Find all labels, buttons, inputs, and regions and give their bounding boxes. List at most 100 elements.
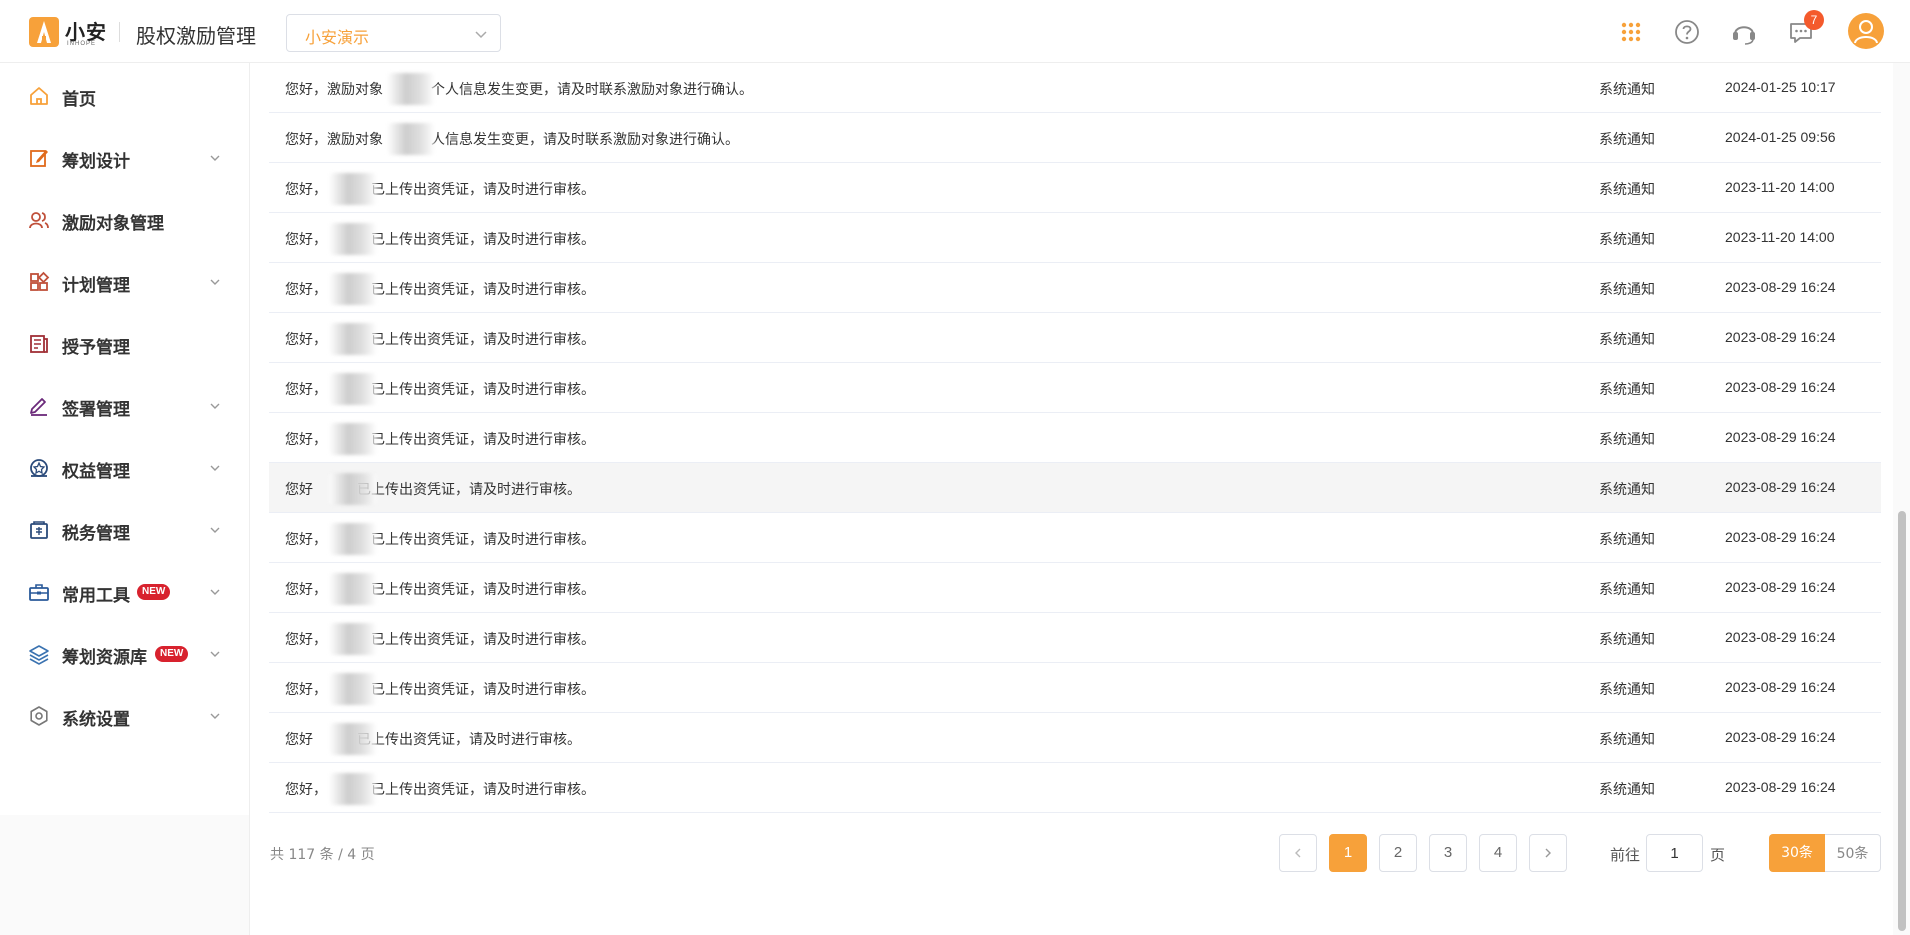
notification-time: 2023-08-29 16:24 xyxy=(1725,329,1836,345)
message-suffix: 个人信息发生变更，请及时联系激励对象进行确认。 xyxy=(431,82,753,98)
table-row[interactable]: 您好， 已上传出资凭证，请及时进行审核。 系统通知 2023-08-29 16:24 xyxy=(269,513,1881,563)
table-row[interactable]: 您好 已上传出资凭证，请及时进行审核。 系统通知 2023-08-29 16:24 xyxy=(269,463,1881,513)
message-suffix: 已上传出资凭证，请及时进行审核。 xyxy=(371,432,595,448)
sidebar-item-system-settings[interactable]: 系统设置 xyxy=(0,693,249,737)
sidebar-footer-area xyxy=(0,815,249,935)
page-button-4[interactable]: 4 xyxy=(1479,834,1517,872)
sidebar-item-resource-library[interactable]: 筹划资源库 NEW xyxy=(0,631,249,675)
chevron-down-icon xyxy=(210,527,220,533)
redacted-name xyxy=(329,673,377,705)
app-title: 股权激励管理 xyxy=(136,24,256,48)
notification-type: 系统通知 xyxy=(1599,682,1655,698)
table-row[interactable]: 您好，激励对象 人信息发生变更，请及时联系激励对象进行确认。 系统通知 2024-01… xyxy=(269,113,1881,163)
notification-message: 您好，激励对象 个人信息发生变更，请及时联系激励对象进行确认。 xyxy=(285,79,753,99)
sidebar-item-label: 常用工具 xyxy=(62,586,130,606)
message-prefix: 您好， xyxy=(285,532,327,548)
table-row[interactable]: 您好， 已上传出资凭证，请及时进行审核。 系统通知 2023-08-29 16:24 xyxy=(269,313,1881,363)
page-size-30-button[interactable]: 30条 xyxy=(1769,834,1825,872)
notification-type: 系统通知 xyxy=(1599,632,1655,648)
notification-time: 2023-08-29 16:24 xyxy=(1725,729,1836,745)
table-row[interactable]: 您好， 已上传出资凭证，请及时进行审核。 系统通知 2023-08-29 16:24 xyxy=(269,363,1881,413)
table-row[interactable]: 您好， 已上传出资凭证，请及时进行审核。 系统通知 2023-08-29 16:24 xyxy=(269,563,1881,613)
notification-time: 2023-08-29 16:24 xyxy=(1725,679,1836,695)
help-icon[interactable] xyxy=(1672,17,1702,47)
notification-time: 2023-08-29 16:24 xyxy=(1725,279,1836,295)
page-button-3[interactable]: 3 xyxy=(1429,834,1467,872)
sidebar-item-grant-management[interactable]: 授予管理 xyxy=(0,321,249,365)
goto-label: 前往 xyxy=(1610,846,1641,864)
notification-time: 2024-01-25 09:56 xyxy=(1725,129,1836,145)
notification-type: 系统通知 xyxy=(1599,732,1655,748)
sidebar-item-tax-management[interactable]: 税务管理 xyxy=(0,507,249,551)
goto-page-input[interactable] xyxy=(1646,834,1703,872)
edit-icon xyxy=(30,150,48,167)
chevron-right-icon xyxy=(1545,848,1551,858)
redacted-name xyxy=(329,423,377,455)
notification-type: 系统通知 xyxy=(1599,482,1655,498)
customer-service-icon[interactable] xyxy=(1729,17,1759,47)
redacted-name xyxy=(387,123,435,155)
table-row[interactable]: 您好， 已上传出资凭证，请及时进行审核。 系统通知 2023-11-20 14:00 xyxy=(269,213,1881,263)
page-button-2[interactable]: 2 xyxy=(1379,834,1417,872)
notification-message: 您好，激励对象 人信息发生变更，请及时联系激励对象进行确认。 xyxy=(285,129,739,149)
message-prefix: 您好， xyxy=(285,782,327,798)
company-select[interactable]: 小安演示 xyxy=(286,14,501,52)
sign-icon xyxy=(30,398,47,416)
sidebar-item-home[interactable]: 首页 xyxy=(0,73,249,117)
table-row[interactable]: 您好， 已上传出资凭证，请及时进行审核。 系统通知 2023-08-29 16:24 xyxy=(269,663,1881,713)
notification-type: 系统通知 xyxy=(1599,782,1655,798)
message-prefix: 您好， xyxy=(285,582,327,598)
table-row[interactable]: 您好， 已上传出资凭证，请及时进行审核。 系统通知 2023-08-29 16:24 xyxy=(269,613,1881,663)
notification-time: 2023-08-29 16:24 xyxy=(1725,429,1836,445)
table-row[interactable]: 您好， 已上传出资凭证，请及时进行审核。 系统通知 2023-11-20 14:00 xyxy=(269,163,1881,213)
new-badge: NEW xyxy=(155,646,189,662)
message-suffix: 已上传出资凭证，请及时进行审核。 xyxy=(371,282,595,298)
avatar[interactable] xyxy=(1848,13,1884,49)
notification-time: 2023-11-20 14:00 xyxy=(1725,179,1835,195)
top-header: 小安 INHOPE 股权激励管理 小安演示 7 xyxy=(0,0,1910,63)
sidebar-item-label: 计划管理 xyxy=(62,276,130,296)
message-suffix: 已上传出资凭证，请及时进行审核。 xyxy=(371,532,595,548)
prev-page-button[interactable] xyxy=(1279,834,1317,872)
notification-type: 系统通知 xyxy=(1599,82,1655,98)
notification-time: 2023-08-29 16:24 xyxy=(1725,479,1836,495)
notification-type: 系统通知 xyxy=(1599,582,1655,598)
logo-icon xyxy=(29,17,59,47)
table-row[interactable]: 您好， 已上传出资凭证，请及时进行审核。 系统通知 2023-08-29 16:24 xyxy=(269,763,1881,813)
sidebar-item-equity-management[interactable]: 权益管理 xyxy=(0,445,249,489)
sidebar-item-label: 签署管理 xyxy=(62,400,130,420)
notification-time: 2023-08-29 16:24 xyxy=(1725,579,1836,595)
message-prefix: 您好， xyxy=(285,682,327,698)
message-prefix: 您好 xyxy=(285,482,313,498)
notification-time: 2024-01-25 10:17 xyxy=(1725,79,1836,95)
redacted-name xyxy=(329,573,377,605)
redacted-name xyxy=(329,473,377,505)
sidebar-item-incentive-objects[interactable]: 激励对象管理 xyxy=(0,197,249,241)
message-suffix: 人信息发生变更，请及时联系激励对象进行确认。 xyxy=(431,132,739,148)
sidebar-item-signing-management[interactable]: 签署管理 xyxy=(0,383,249,427)
new-badge: NEW xyxy=(137,584,171,600)
sidebar-item-label: 首页 xyxy=(62,90,96,110)
page-button-1[interactable]: 1 xyxy=(1329,834,1367,872)
table-row[interactable]: 您好，激励对象 个人信息发生变更，请及时联系激励对象进行确认。 系统通知 2024-0… xyxy=(269,63,1881,113)
pagination-total: 共 117 条 / 4 页 xyxy=(270,847,375,863)
apps-grid-icon[interactable] xyxy=(1616,17,1646,47)
notification-time: 2023-11-20 14:00 xyxy=(1725,229,1835,245)
next-page-button[interactable] xyxy=(1529,834,1567,872)
table-row[interactable]: 您好， 已上传出资凭证，请及时进行审核。 系统通知 2023-08-29 16:24 xyxy=(269,263,1881,313)
table-row[interactable]: 您好， 已上传出资凭证，请及时进行审核。 系统通知 2023-08-29 16:24 xyxy=(269,413,1881,463)
sidebar-item-planning-design[interactable]: 筹划设计 xyxy=(0,135,249,179)
message-prefix: 您好，激励对象 xyxy=(285,82,383,98)
logo[interactable]: 小安 INHOPE xyxy=(29,15,107,49)
sidebar-item-label: 税务管理 xyxy=(62,524,130,544)
message-prefix: 您好， xyxy=(285,332,327,348)
chevron-down-icon xyxy=(210,155,220,161)
users-icon xyxy=(29,212,49,229)
sidebar-item-common-tools[interactable]: 常用工具 NEW xyxy=(0,569,249,613)
message-suffix: 已上传出资凭证，请及时进行审核。 xyxy=(371,382,595,398)
message-suffix: 已上传出资凭证，请及时进行审核。 xyxy=(357,482,581,498)
page-size-50-button[interactable]: 50条 xyxy=(1825,834,1881,872)
sidebar-item-plan-management[interactable]: 计划管理 xyxy=(0,259,249,303)
scrollbar-thumb[interactable] xyxy=(1898,511,1906,931)
table-row[interactable]: 您好 已上传出资凭证，请及时进行审核。 系统通知 2023-08-29 16:24 xyxy=(269,713,1881,763)
